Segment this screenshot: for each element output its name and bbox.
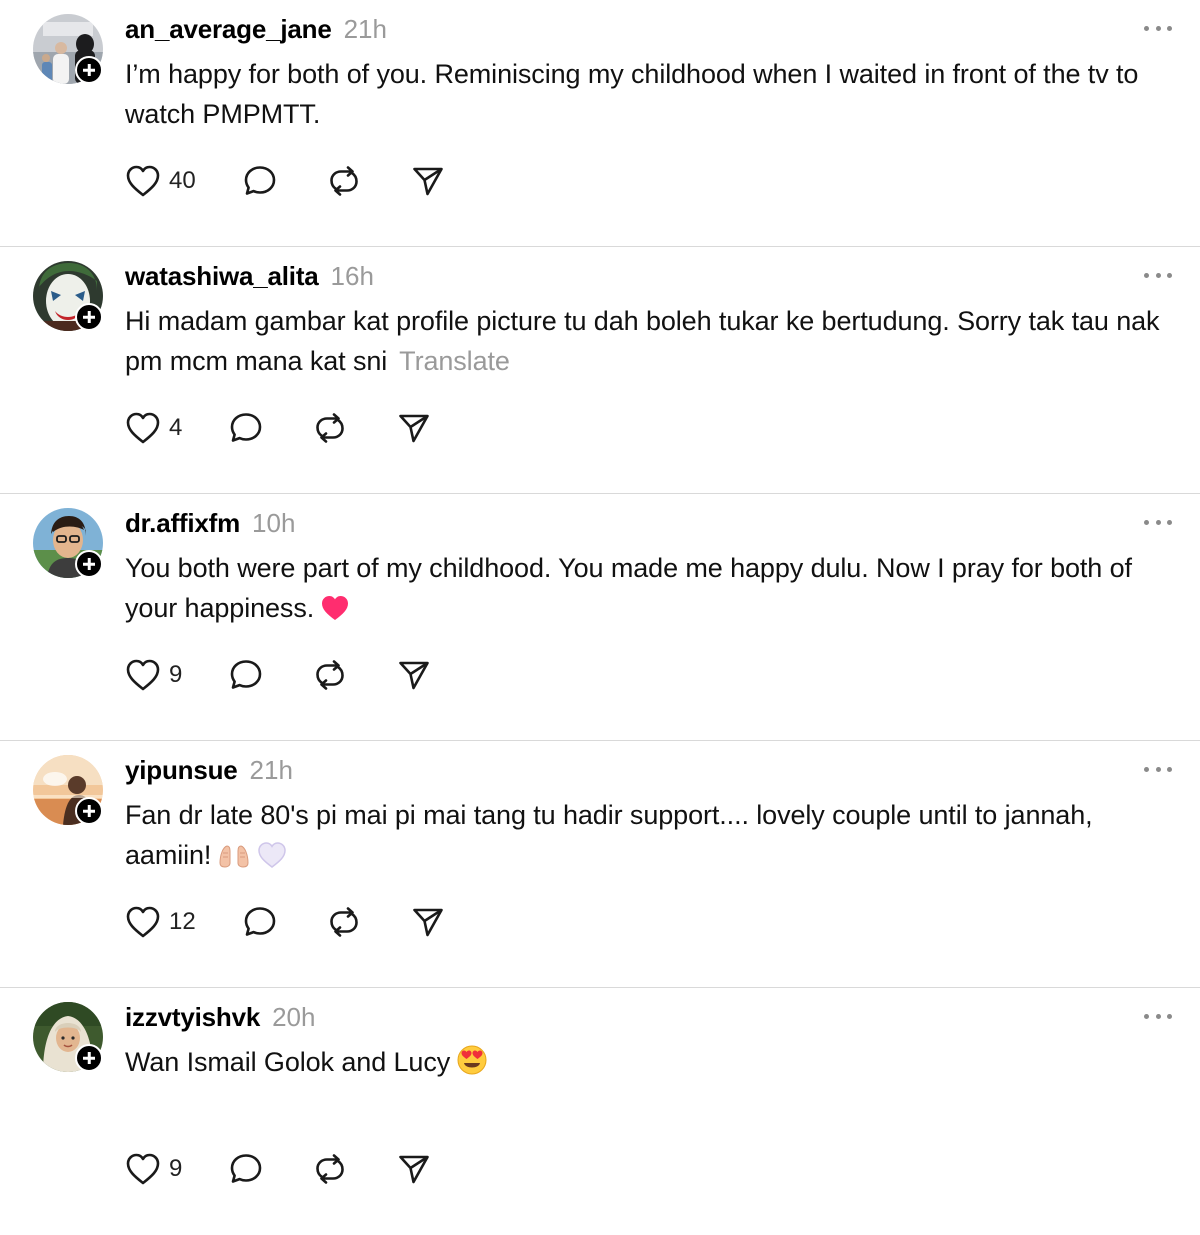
heart-eyes-emoji xyxy=(456,1044,488,1087)
follow-plus-icon[interactable] xyxy=(75,56,103,84)
avatar[interactable] xyxy=(33,508,103,578)
avatar[interactable] xyxy=(33,261,103,331)
repost-button[interactable] xyxy=(327,162,361,200)
share-button[interactable] xyxy=(397,409,431,447)
comment-bubble-icon xyxy=(231,413,262,442)
comment-body: Hi madam gambar kat profile picture tu d… xyxy=(125,306,1160,376)
reply-button[interactable] xyxy=(229,409,263,447)
praying-hands-emoji xyxy=(217,840,251,880)
repost-button[interactable] xyxy=(313,409,347,447)
repost-icon xyxy=(316,660,345,690)
translate-link[interactable]: Translate xyxy=(399,346,510,376)
timestamp[interactable]: 16h xyxy=(331,261,374,292)
comment-body: Wan Ismail Golok and Lucy xyxy=(125,1047,451,1077)
timestamp[interactable]: 20h xyxy=(272,1002,315,1033)
more-dots-icon[interactable] xyxy=(1144,763,1172,775)
repost-button[interactable] xyxy=(313,1150,347,1188)
action-bar: 9 xyxy=(125,1150,431,1188)
comment-bubble-icon xyxy=(244,166,276,195)
follow-plus-icon[interactable] xyxy=(75,303,103,331)
comment-bubble-icon xyxy=(231,660,262,689)
follow-plus-icon[interactable] xyxy=(75,1044,103,1072)
like-count: 9 xyxy=(169,1155,183,1182)
heart-icon xyxy=(126,1153,160,1185)
username[interactable]: dr.affixfm xyxy=(125,508,240,539)
comment-item: izzvtyishvk 20h Wan Ismail Golok and Luc… xyxy=(0,988,1200,1235)
comment-text: I’m happy for both of you. Reminiscing m… xyxy=(125,54,1180,134)
like-button[interactable]: 9 xyxy=(125,1150,182,1188)
username[interactable]: watashiwa_alita xyxy=(125,261,319,292)
comment-bubble-icon xyxy=(231,1154,262,1183)
repost-icon xyxy=(329,907,358,937)
more-dots-icon[interactable] xyxy=(1144,1010,1172,1022)
repost-icon xyxy=(316,413,345,443)
reply-button[interactable] xyxy=(243,162,277,200)
username[interactable]: an_average_jane xyxy=(125,14,332,45)
comment-text: Wan Ismail Golok and Lucy xyxy=(125,1042,1180,1087)
comment-body: You both were part of my childhood. You … xyxy=(125,553,1132,623)
reply-button[interactable] xyxy=(229,656,263,694)
share-button[interactable] xyxy=(411,162,445,200)
follow-plus-icon[interactable] xyxy=(75,550,103,578)
comment-item: dr.affixfm 10h You both were part of my … xyxy=(0,494,1200,741)
comment-text: Fan dr late 80's pi mai pi mai tang tu h… xyxy=(125,795,1180,880)
comment-item: an_average_jane 21h I’m happy for both o… xyxy=(0,0,1200,247)
repost-button[interactable] xyxy=(327,903,361,941)
send-icon xyxy=(399,1155,430,1184)
more-dots-icon[interactable] xyxy=(1144,516,1172,528)
like-count: 12 xyxy=(169,908,196,935)
pink-heart-emoji xyxy=(320,593,350,633)
comment-bubble-icon xyxy=(244,907,276,936)
share-button[interactable] xyxy=(397,656,431,694)
action-bar: 4 xyxy=(125,409,431,447)
white-heart-emoji xyxy=(257,840,287,880)
like-button[interactable]: 9 xyxy=(125,656,182,694)
action-bar: 9 xyxy=(125,656,431,694)
heart-icon xyxy=(126,906,160,938)
send-icon xyxy=(399,661,430,690)
reply-button[interactable] xyxy=(229,1150,263,1188)
reply-button[interactable] xyxy=(243,903,277,941)
send-icon xyxy=(412,167,443,196)
send-icon xyxy=(399,414,430,443)
repost-icon xyxy=(329,166,358,196)
like-count: 9 xyxy=(169,661,183,688)
heart-icon xyxy=(126,412,160,444)
heart-icon xyxy=(126,165,160,197)
username[interactable]: izzvtyishvk xyxy=(125,1002,260,1033)
timestamp[interactable]: 21h xyxy=(250,755,293,786)
like-button[interactable]: 4 xyxy=(125,409,182,447)
timestamp[interactable]: 21h xyxy=(344,14,387,45)
like-button[interactable]: 40 xyxy=(125,162,196,200)
share-button[interactable] xyxy=(397,1150,431,1188)
follow-plus-icon[interactable] xyxy=(75,797,103,825)
comment-text: You both were part of my childhood. You … xyxy=(125,548,1180,633)
send-icon xyxy=(412,908,443,937)
comment-item: yipunsue 21h Fan dr late 80's pi mai pi … xyxy=(0,741,1200,988)
action-bar: 12 xyxy=(125,903,445,941)
repost-icon xyxy=(316,1154,345,1184)
comment-item: watashiwa_alita 16h Hi madam gambar kat … xyxy=(0,247,1200,494)
comment-body: I’m happy for both of you. Reminiscing m… xyxy=(125,59,1139,129)
action-bar: 40 xyxy=(125,162,445,200)
repost-button[interactable] xyxy=(313,656,347,694)
heart-icon xyxy=(126,659,160,691)
username[interactable]: yipunsue xyxy=(125,755,238,786)
avatar[interactable] xyxy=(33,1002,103,1072)
like-count: 40 xyxy=(169,167,196,194)
more-dots-icon[interactable] xyxy=(1144,269,1172,281)
comment-text: Hi madam gambar kat profile picture tu d… xyxy=(125,301,1180,381)
more-dots-icon[interactable] xyxy=(1144,22,1172,34)
like-count: 4 xyxy=(169,414,183,441)
avatar[interactable] xyxy=(33,14,103,84)
share-button[interactable] xyxy=(411,903,445,941)
timestamp[interactable]: 10h xyxy=(252,508,295,539)
like-button[interactable]: 12 xyxy=(125,903,196,941)
avatar[interactable] xyxy=(33,755,103,825)
